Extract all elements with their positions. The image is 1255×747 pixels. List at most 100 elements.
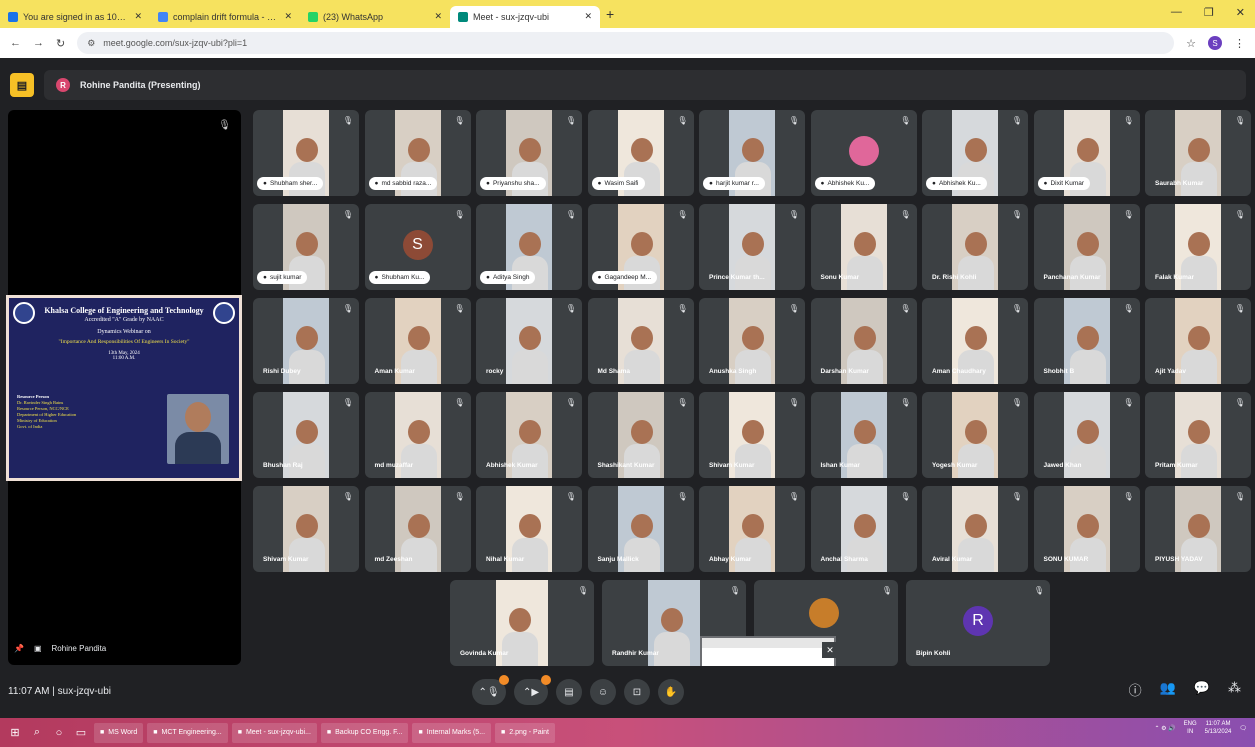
participant-tile[interactable]: 🎙 Shivam Kumar xyxy=(699,392,805,478)
emoji-icon[interactable]: ☺ xyxy=(590,679,616,705)
participant-tile[interactable]: 🎙 Saurabh Kumar xyxy=(1145,110,1251,196)
participant-tile[interactable]: 🎙 Nihal Kumar xyxy=(476,486,582,572)
pin-icon[interactable]: 📌 xyxy=(14,644,24,653)
participant-tile[interactable]: 🎙 md muzaffar xyxy=(364,392,471,478)
bookmark-star-icon[interactable]: ☆ xyxy=(1186,37,1196,50)
camera-toggle-button[interactable]: ⌃▶ xyxy=(514,675,551,705)
participant-tile[interactable]: 🎙 ● Wasim Saifi xyxy=(587,110,694,196)
participant-tile[interactable]: 🎙 Ishan Kumar xyxy=(810,392,917,478)
tray-icons[interactable]: ⌃ ⚙ 🔊 xyxy=(1154,725,1175,732)
taskbar-item[interactable]: ■ 2.png - Paint xyxy=(495,722,555,743)
participant-tile[interactable]: 🎙 ● sujit kumar xyxy=(253,204,359,290)
participant-tile[interactable]: 🎙 Shivam Kumar xyxy=(253,486,359,572)
back-icon[interactable]: ← xyxy=(10,37,21,49)
present-screen-icon[interactable]: ▣ xyxy=(34,644,42,653)
participant-tile[interactable]: 🎙 ● Abhishek Ku... xyxy=(810,110,917,196)
participant-tile[interactable]: 🎙 ● md sabbid raza... xyxy=(364,110,471,196)
participant-tile[interactable]: 🎙 ● Priyanshu sha... xyxy=(476,110,582,196)
tab-close-icon[interactable]: ✕ xyxy=(284,11,292,22)
browser-tab[interactable]: You are signed in as 10487 ✕ xyxy=(0,6,150,28)
omnibox[interactable]: ⚙ meet.google.com/sux-jzqv-ubi?pli=1 xyxy=(77,32,1175,54)
participant-tile[interactable]: 🎙 SONU KUMAR xyxy=(1033,486,1140,572)
taskbar-clock[interactable]: 11:07 AM 5/13/2024 xyxy=(1205,720,1232,736)
reload-icon[interactable]: ↻ xyxy=(56,37,65,50)
participant-tile[interactable]: 🎙 Aman Chaudhary xyxy=(922,298,1028,384)
close-window-icon[interactable]: ✕ xyxy=(1236,6,1245,19)
taskbar-item[interactable]: ■ Internal Marks (5... xyxy=(412,722,492,743)
participant-tile[interactable]: 🎙 Yogesh Kumar xyxy=(922,392,1028,478)
participant-tile[interactable]: 🎙 ● Shubham sher... xyxy=(253,110,359,196)
start-icon[interactable]: ⊞ xyxy=(6,726,24,739)
taskbar-item[interactable]: ■ Backup CO Engg. F... xyxy=(320,722,409,743)
forward-icon[interactable]: → xyxy=(33,37,44,49)
participant-tile[interactable]: 🎙 Panchanan Kumar xyxy=(1033,204,1140,290)
browser-tab[interactable]: complain drift formula - Goog ✕ xyxy=(150,6,300,28)
participant-tile[interactable]: 🎙 Jawed Khan xyxy=(1033,392,1140,478)
participant-tile[interactable]: 🎙 ● Gagandeep M... xyxy=(587,204,694,290)
maximize-icon[interactable]: ❐ xyxy=(1204,6,1214,19)
search-icon[interactable]: ⌕ xyxy=(28,726,46,739)
participant-tile[interactable]: 🎙 Govinda Kumar xyxy=(450,580,594,666)
participant-tile[interactable]: 🎙 Abhishek Kumar xyxy=(476,392,582,478)
participant-tile[interactable]: 🎙 Ajit Yadav xyxy=(1145,298,1251,384)
participant-tile[interactable]: 🎙 Pritam Kumar xyxy=(1145,392,1251,478)
participant-tile[interactable]: 🎙 md Zeeshan xyxy=(364,486,471,572)
mic-off-icon: 🎙 xyxy=(1123,210,1134,219)
participant-tile[interactable]: 🎙 Rishi Dubey xyxy=(253,298,359,384)
participant-tile[interactable]: 🎙 Abhay Kumar xyxy=(699,486,805,572)
browser-tab[interactable]: Meet - sux-jzqv-ubi ✕ xyxy=(450,5,600,28)
notifications-icon[interactable]: 🗨 xyxy=(1239,725,1247,732)
participant-tile[interactable]: 🎙 Aviral Kumar xyxy=(922,486,1028,572)
taskbar-item[interactable]: ■ Meet - sux-jzqv-ubi... xyxy=(231,722,317,743)
participant-tile[interactable]: 🎙 Sanju Mallick xyxy=(587,486,694,572)
participant-name-text: Shubham Ku... xyxy=(381,274,425,281)
chat-icon[interactable]: 💬 xyxy=(1194,680,1210,699)
participant-tile[interactable]: 🎙 Aman Kumar xyxy=(364,298,471,384)
participant-tile[interactable]: R 🎙 Bipin Kohli xyxy=(906,580,1050,666)
participant-tile[interactable]: 🎙 Shobhit B xyxy=(1033,298,1140,384)
tab-close-icon[interactable]: ✕ xyxy=(134,11,142,22)
participant-tile[interactable]: 🎙 ● Dixit Kumar xyxy=(1033,110,1140,196)
slide-date: 13th May, 2024 11:00 A.M. xyxy=(15,351,233,361)
lang-indicator[interactable]: ENG IN xyxy=(1184,720,1197,736)
participant-tile[interactable]: 🎙 Falak Kumar xyxy=(1145,204,1251,290)
tab-close-icon[interactable]: ✕ xyxy=(434,11,442,22)
participant-tile[interactable]: 🎙 Anushka Singh xyxy=(699,298,805,384)
participant-tile[interactable]: 🎙 ● Abhishek Ku... xyxy=(922,110,1028,196)
participant-tile[interactable]: 🎙 ● Aditya Singh xyxy=(476,204,582,290)
minimize-icon[interactable]: — xyxy=(1171,6,1182,19)
profile-avatar[interactable]: S xyxy=(1208,36,1222,50)
participant-tile[interactable]: 🎙 Sonu Kumar xyxy=(810,204,917,290)
taskbar-item[interactable]: ■ MS Word xyxy=(94,722,144,743)
participant-tile[interactable]: 🎙 Bhushan Raj xyxy=(253,392,359,478)
participant-tile[interactable]: 🎙 PIYUSH YADAV xyxy=(1145,486,1251,572)
task-view-icon[interactable]: ▭ xyxy=(72,726,90,739)
participant-tile[interactable]: 🎙 Shashikant Kumar xyxy=(587,392,694,478)
captions-icon[interactable]: ▤ xyxy=(556,679,582,705)
present-icon[interactable]: ⊡ xyxy=(624,679,650,705)
taskbar-item[interactable]: ■ MCT Engineering... xyxy=(147,722,228,743)
keep-icon[interactable]: ▤ xyxy=(10,73,34,97)
raise-hand-icon[interactable]: ✋ xyxy=(658,679,684,705)
participant-tile[interactable]: 🎙 Md Shama xyxy=(587,298,694,384)
mic-toggle-button[interactable]: ⌃🎙 xyxy=(472,675,509,705)
site-info-icon[interactable]: ⚙ xyxy=(87,38,95,49)
participant-tile[interactable]: S 🎙 ● Shubham Ku... xyxy=(364,204,471,290)
participant-tile[interactable]: 🎙 Darshan Kumar xyxy=(810,298,917,384)
participant-tile[interactable]: 🎙 ● harjit kumar r... xyxy=(699,110,805,196)
browser-tab[interactable]: (23) WhatsApp ✕ xyxy=(300,6,450,28)
menu-kebab-icon[interactable]: ⋮ xyxy=(1234,37,1245,50)
cortana-icon[interactable]: ○ xyxy=(50,727,68,739)
participant-tile[interactable]: 🎙 Dr. Rishi Kohli xyxy=(922,204,1028,290)
close-popup-icon[interactable]: ✕ xyxy=(822,642,838,658)
participant-tile[interactable]: 🎙 rocky xyxy=(476,298,582,384)
tab-close-icon[interactable]: ✕ xyxy=(584,11,592,22)
activities-icon[interactable]: ⁂ xyxy=(1228,680,1241,699)
people-icon[interactable]: 👥 xyxy=(1160,680,1176,699)
participant-tile[interactable]: 🎙 Anchal Sharma xyxy=(810,486,917,572)
new-tab-button[interactable]: + xyxy=(606,6,614,22)
mic-off-icon: 🎙 xyxy=(1234,492,1245,501)
participant-tile[interactable]: 🎙 Prince Kumar th... xyxy=(699,204,805,290)
mic-off-icon: 🎙 xyxy=(1123,116,1134,125)
info-icon[interactable]: ⓘ xyxy=(1129,680,1142,699)
